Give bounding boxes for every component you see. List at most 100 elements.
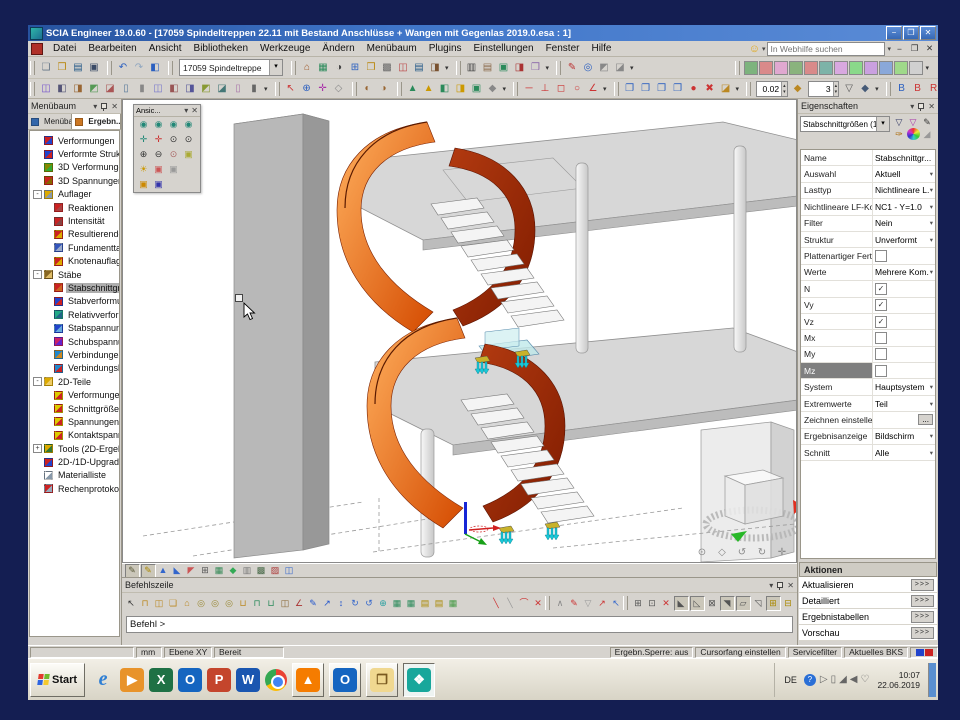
members-icon[interactable]: ◪ <box>103 81 118 96</box>
views-icon[interactable]: ❐ <box>638 81 653 96</box>
members-dropdown-icon[interactable]: ▾ <box>264 85 268 93</box>
palette-icon[interactable]: ▣ <box>152 178 166 191</box>
scale-spinner-arrows[interactable]: ▴▾ <box>833 82 839 96</box>
palette-icon[interactable]: ◉ <box>137 118 151 131</box>
views-icon[interactable]: ✖ <box>702 81 717 96</box>
libraries-icon[interactable]: ⌂ <box>300 60 315 75</box>
tree-item-verformte-struktur[interactable]: Verformte Struktur <box>30 147 119 160</box>
members-icon[interactable]: ◧ <box>55 81 70 96</box>
result-strip-icon[interactable]: ▥ <box>241 565 254 577</box>
scale-spinner-arrows[interactable]: ▴▾ <box>781 82 787 96</box>
tree-item-schnittgrößen[interactable]: Schnittgrößen <box>30 402 119 415</box>
select-icon[interactable]: ↖ <box>283 81 298 96</box>
palette-icon[interactable]: ⊙ <box>182 133 196 146</box>
calc-icon[interactable]: ◨ <box>453 81 468 96</box>
edit-tool-icon[interactable]: ✎ <box>568 597 581 610</box>
view-flags-flag-icon[interactable] <box>879 61 893 75</box>
property-checkbox[interactable] <box>875 348 887 360</box>
property-value[interactable]: Teil▾ <box>873 396 935 411</box>
property-row-extremwerte[interactable]: ExtremwerteTeil▾ <box>801 396 935 412</box>
menu-item-ändern[interactable]: Ändern <box>316 42 360 55</box>
project-combo[interactable]: 17059 Spindeltreppe▾ <box>179 59 283 76</box>
tree-item-auflager[interactable]: -Auflager <box>30 188 119 201</box>
taskbar-icon-outlook[interactable]: O <box>178 668 202 692</box>
scale-dropdown-icon[interactable]: ▾ <box>875 85 879 93</box>
tree-item-2d-teile[interactable]: -2D-Teile <box>30 375 119 388</box>
views-icon[interactable]: ❐ <box>622 81 637 96</box>
tray-icon[interactable]: ♡ <box>860 674 869 685</box>
scale-icon[interactable]: ◆ <box>790 81 805 96</box>
calc-icon[interactable]: ▣ <box>469 81 484 96</box>
tree-item-resultierende-der-re[interactable]: Resultierende der Re <box>30 228 119 241</box>
properties-close-icon[interactable]: ✕ <box>928 102 935 111</box>
action-execute-button[interactable]: >>> <box>911 579 934 591</box>
help-shield-icon[interactable]: ? <box>804 674 816 686</box>
viewport-nav-icon[interactable]: ↺ <box>735 545 750 560</box>
tree-item-verbindungen[interactable]: Verbindungen <box>30 348 119 361</box>
taskbar-button-vlc[interactable]: ▲ <box>292 663 324 697</box>
draw-icon[interactable]: ∠ <box>586 81 601 96</box>
members-icon[interactable]: ◩ <box>199 81 214 96</box>
views-icon[interactable]: ❐ <box>654 81 669 96</box>
property-row-vy[interactable]: Vy✓ <box>801 298 935 314</box>
palette-icon[interactable]: ✛ <box>137 133 151 146</box>
palette-icon[interactable]: ▣ <box>152 163 166 176</box>
property-row-name[interactable]: NameStabschnittgr... <box>801 150 935 166</box>
edit-tool-icon[interactable]: ∧ <box>554 597 567 610</box>
dropdown-arrow-icon[interactable]: ▾ <box>930 268 933 276</box>
undo-icon[interactable]: ↶ <box>116 60 131 75</box>
dropdown-arrow-icon[interactable]: ▾ <box>930 400 933 408</box>
members-icon[interactable]: ◨ <box>71 81 86 96</box>
chevron-down-icon[interactable]: ▾ <box>269 60 282 75</box>
result-strip-icon[interactable]: ▩ <box>255 565 268 577</box>
property-row-ergebnisanzeige[interactable]: ErgebnisanzeigeBildschirm▾ <box>801 429 935 445</box>
file-icon[interactable]: ❒ <box>55 60 70 75</box>
taskbar-icon-powerpoint[interactable]: P <box>207 668 231 692</box>
viewport-nav-icon[interactable]: ↻ <box>755 545 770 560</box>
property-value[interactable] <box>873 248 935 263</box>
scale-spinner[interactable]: 0.02▴▾ <box>756 81 788 97</box>
view-palette[interactable]: Ansic... ▾ ✕ ◉◉◉◉✛✛⊙⊙⊕⊖⊙▣☀▣▣▣▣ <box>133 104 201 193</box>
menu-item-werkzeuge[interactable]: Werkzeuge <box>254 42 316 55</box>
scale-spinner[interactable]: 3▴▾ <box>808 81 840 97</box>
properties-tool-icon[interactable]: ◢ <box>921 128 934 140</box>
snap-tool-icon[interactable]: ◹ <box>752 597 765 610</box>
tree-item-relativverformung[interactable]: Relativverformung <box>30 308 119 321</box>
select-icon[interactable]: ✛ <box>315 81 330 96</box>
snap-tool-icon[interactable]: ▱ <box>736 596 751 611</box>
libraries-dropdown-icon[interactable]: ▾ <box>445 64 449 72</box>
dropdown-arrow-icon[interactable]: ▾ <box>930 170 933 178</box>
libraries-icon[interactable]: ▩ <box>380 60 395 75</box>
tree-item-3d-spannungen[interactable]: 3D Spannungen <box>30 174 119 187</box>
property-ellipsis-button[interactable]: ... <box>918 414 933 425</box>
command-icon[interactable]: ◎ <box>209 597 222 610</box>
command-icon[interactable]: ▦ <box>405 597 418 610</box>
view-flags-flag-icon[interactable] <box>819 61 833 75</box>
tree-item-verformungen[interactable]: Verformungen <box>30 388 119 401</box>
file-icon[interactable]: ▣ <box>87 60 102 75</box>
edit-tool-icon[interactable]: ↖ <box>610 597 623 610</box>
tree-item-materialliste[interactable]: Materialliste <box>30 469 119 482</box>
properties-collapse-icon[interactable]: ▾ <box>910 102 914 111</box>
draw-icon[interactable]: ⊥ <box>538 81 553 96</box>
menu-item-bearbeiten[interactable]: Bearbeiten <box>82 42 142 55</box>
tab-menübaum[interactable]: Menübaum <box>28 114 72 129</box>
command-icon[interactable]: ↺ <box>363 597 376 610</box>
taskbar-icon-excel[interactable]: X <box>149 668 173 692</box>
dropdown-arrow-icon[interactable]: ▾ <box>930 449 933 457</box>
palette-icon[interactable]: ▣ <box>167 163 181 176</box>
palette-icon[interactable]: ☀ <box>137 163 151 176</box>
draw-icon[interactable]: ○ <box>570 81 585 96</box>
action-vorschau[interactable]: Vorschau>>> <box>799 625 937 641</box>
command-icon[interactable]: ◫ <box>153 597 166 610</box>
view-flags-flag-icon[interactable] <box>744 61 758 75</box>
property-row-nichtlineare-lf-kombina[interactable]: Nichtlineare LF-Kombina...NC1 - Y=1.0▾ <box>801 199 935 215</box>
restore-button[interactable]: ❐ <box>903 26 919 40</box>
document-icon[interactable] <box>31 43 43 55</box>
status-cell-bereit[interactable]: Bereit <box>214 647 284 658</box>
menu-item-bibliotheken[interactable]: Bibliotheken <box>188 42 254 55</box>
property-row-filter[interactable]: FilterNein▾ <box>801 216 935 232</box>
libraries-icon[interactable]: ◫ <box>396 60 411 75</box>
snap-tool-icon[interactable]: ⊠ <box>706 597 719 610</box>
clipboard-dropdown-icon[interactable]: ▾ <box>630 64 634 72</box>
